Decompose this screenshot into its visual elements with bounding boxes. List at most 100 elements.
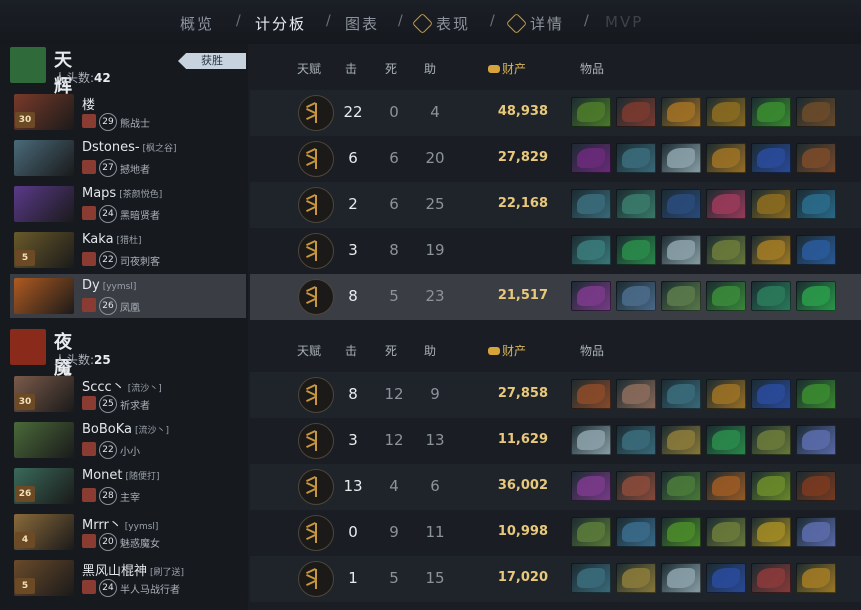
item-icon[interactable] xyxy=(661,235,701,265)
stats-row[interactable]: 8 5 23 21,517 xyxy=(250,274,861,320)
item-icon[interactable] xyxy=(706,281,746,311)
tab-performance[interactable]: 表现 xyxy=(411,12,470,35)
player-card[interactable]: 30 楼 29 熊战士 xyxy=(10,90,246,134)
stats-row[interactable]: 0 9 11 10,998 xyxy=(250,510,861,556)
stats-row[interactable]: 13 4 6 36,002 xyxy=(250,464,861,510)
player-card[interactable]: 5 黑风山棍神 [刷了送] 24 半人马战行者 xyxy=(10,556,246,600)
item-icon[interactable] xyxy=(661,517,701,547)
item-icon[interactable] xyxy=(571,143,611,173)
item-icon[interactable] xyxy=(751,425,791,455)
item-icon[interactable] xyxy=(751,379,791,409)
item-icon[interactable] xyxy=(616,143,656,173)
item-icon[interactable] xyxy=(796,97,836,127)
tab-details[interactable]: 详情 xyxy=(505,12,564,35)
item-icon[interactable] xyxy=(616,235,656,265)
item-icon[interactable] xyxy=(796,143,836,173)
item-icon[interactable] xyxy=(796,471,836,501)
talent-tree-icon[interactable] xyxy=(298,233,334,269)
stats-row[interactable]: 22 0 4 48,938 xyxy=(250,90,861,136)
player-card[interactable]: Dy [yymsl] 26 凤凰 xyxy=(10,274,246,318)
item-icon[interactable] xyxy=(661,379,701,409)
item-icon[interactable] xyxy=(706,189,746,219)
item-icon[interactable] xyxy=(706,379,746,409)
item-icon[interactable] xyxy=(706,235,746,265)
tab-graphs[interactable]: 图表 xyxy=(345,13,379,34)
item-icon[interactable] xyxy=(751,471,791,501)
item-icon[interactable] xyxy=(751,235,791,265)
player-card[interactable]: BoBoKa [流沙丶] 22 小小 xyxy=(10,418,246,462)
talent-tree-icon[interactable] xyxy=(298,561,334,597)
item-icon[interactable] xyxy=(706,517,746,547)
item-icon[interactable] xyxy=(796,235,836,265)
player-card[interactable]: 4 Mrrr丶 [yymsl] 20 魅惑魔女 xyxy=(10,510,246,554)
player-name: Dy xyxy=(82,278,100,293)
item-icon[interactable] xyxy=(616,379,656,409)
item-icon[interactable] xyxy=(571,235,611,265)
item-icon[interactable] xyxy=(571,379,611,409)
player-card[interactable]: 26 Monet [随便打] 28 主宰 xyxy=(10,464,246,508)
player-card[interactable]: 30 Sccc丶 [流沙丶] 25 祈求者 xyxy=(10,372,246,416)
item-icon[interactable] xyxy=(751,189,791,219)
tab-overview[interactable]: 概览 xyxy=(180,13,214,34)
talent-tree-icon[interactable] xyxy=(298,279,334,315)
victory-badge: 获胜 xyxy=(178,53,246,69)
talent-tree-icon[interactable] xyxy=(298,377,334,413)
item-icon[interactable] xyxy=(616,425,656,455)
stats-row[interactable]: 2 6 25 22,168 xyxy=(250,182,861,228)
item-icon[interactable] xyxy=(751,517,791,547)
item-icon[interactable] xyxy=(706,97,746,127)
item-icon[interactable] xyxy=(661,143,701,173)
item-icon[interactable] xyxy=(706,563,746,593)
talent-tree-icon[interactable] xyxy=(298,95,334,131)
tab-scoreboard[interactable]: 计分板 xyxy=(255,13,306,34)
talent-tree-icon[interactable] xyxy=(298,187,334,223)
item-icon[interactable] xyxy=(616,471,656,501)
stats-row[interactable]: 1 5 15 17,020 xyxy=(250,556,861,602)
stats-row[interactable]: 3 12 13 11,629 xyxy=(250,418,861,464)
net-worth: 21,517 xyxy=(497,288,548,303)
item-icon[interactable] xyxy=(571,563,611,593)
talent-tree-icon[interactable] xyxy=(298,515,334,551)
item-icon[interactable] xyxy=(616,563,656,593)
item-icon[interactable] xyxy=(571,97,611,127)
item-icon[interactable] xyxy=(706,471,746,501)
item-icon[interactable] xyxy=(751,97,791,127)
item-icon[interactable] xyxy=(796,517,836,547)
item-icon[interactable] xyxy=(751,143,791,173)
player-card[interactable]: Maps [茶颜悦色] 24 黑暗贤者 xyxy=(10,182,246,226)
item-icon[interactable] xyxy=(571,471,611,501)
talent-tree-icon[interactable] xyxy=(298,423,334,459)
item-icon[interactable] xyxy=(616,189,656,219)
item-icon[interactable] xyxy=(796,425,836,455)
tab-mvp[interactable]: MVP xyxy=(605,13,643,31)
item-icon[interactable] xyxy=(751,563,791,593)
item-icon[interactable] xyxy=(796,379,836,409)
assists: 6 xyxy=(430,477,440,495)
item-icon[interactable] xyxy=(571,189,611,219)
talent-tree-icon[interactable] xyxy=(298,141,334,177)
item-icon[interactable] xyxy=(616,97,656,127)
item-icon[interactable] xyxy=(616,281,656,311)
item-icon[interactable] xyxy=(796,281,836,311)
stats-row[interactable]: 3 8 19 xyxy=(250,228,861,274)
talent-tree-icon[interactable] xyxy=(298,469,334,505)
player-card[interactable]: 5 Kaka [猎杜] 22 司夜刺客 xyxy=(10,228,246,272)
item-icon[interactable] xyxy=(661,97,701,127)
item-icon[interactable] xyxy=(571,517,611,547)
item-icon[interactable] xyxy=(661,281,701,311)
item-icon[interactable] xyxy=(796,189,836,219)
stats-row[interactable]: 8 12 9 27,858 xyxy=(250,372,861,418)
item-icon[interactable] xyxy=(571,281,611,311)
item-icon[interactable] xyxy=(796,563,836,593)
item-icon[interactable] xyxy=(661,563,701,593)
item-icon[interactable] xyxy=(661,189,701,219)
item-icon[interactable] xyxy=(751,281,791,311)
item-icon[interactable] xyxy=(706,425,746,455)
item-icon[interactable] xyxy=(571,425,611,455)
item-icon[interactable] xyxy=(661,425,701,455)
item-icon[interactable] xyxy=(661,471,701,501)
player-card[interactable]: Dstones- [枫之谷] 27 撼地者 xyxy=(10,136,246,180)
item-icon[interactable] xyxy=(616,517,656,547)
stats-row[interactable]: 6 6 20 27,829 xyxy=(250,136,861,182)
item-icon[interactable] xyxy=(706,143,746,173)
